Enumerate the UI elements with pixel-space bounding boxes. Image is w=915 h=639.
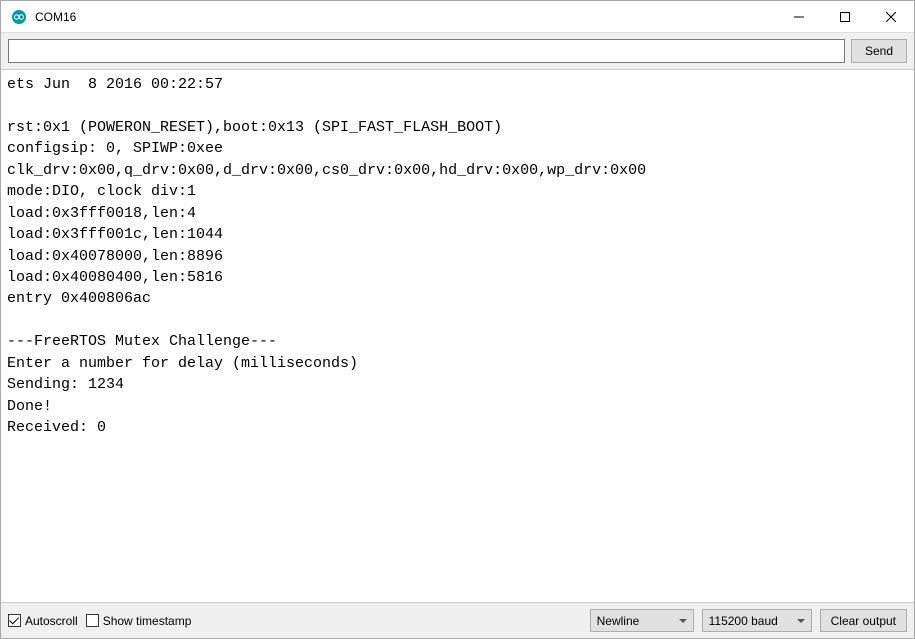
timestamp-label: Show timestamp xyxy=(103,614,192,628)
autoscroll-label: Autoscroll xyxy=(25,614,78,628)
clear-output-button[interactable]: Clear output xyxy=(820,609,907,632)
arduino-icon xyxy=(11,9,27,25)
window-title: COM16 xyxy=(35,10,776,24)
send-button[interactable]: Send xyxy=(851,39,907,63)
footer-toolbar: Autoscroll Show timestamp Newline 115200… xyxy=(1,603,914,638)
maximize-button[interactable] xyxy=(822,1,868,32)
checkbox-icon xyxy=(86,614,99,627)
window-titlebar: COM16 xyxy=(1,1,914,33)
baud-rate-select[interactable]: 115200 baud xyxy=(702,609,812,632)
checkbox-icon xyxy=(8,614,21,627)
window-controls xyxy=(776,1,914,32)
baud-rate-value: 115200 baud xyxy=(709,614,778,628)
serial-input[interactable] xyxy=(8,39,845,63)
serial-output[interactable]: ets Jun 8 2016 00:22:57 rst:0x1 (POWERON… xyxy=(1,70,914,603)
line-ending-select[interactable]: Newline xyxy=(590,609,694,632)
minimize-button[interactable] xyxy=(776,1,822,32)
show-timestamp-checkbox[interactable]: Show timestamp xyxy=(86,614,192,628)
line-ending-value: Newline xyxy=(597,614,640,628)
close-button[interactable] xyxy=(868,1,914,32)
autoscroll-checkbox[interactable]: Autoscroll xyxy=(8,614,78,628)
send-toolbar: Send xyxy=(1,33,914,70)
